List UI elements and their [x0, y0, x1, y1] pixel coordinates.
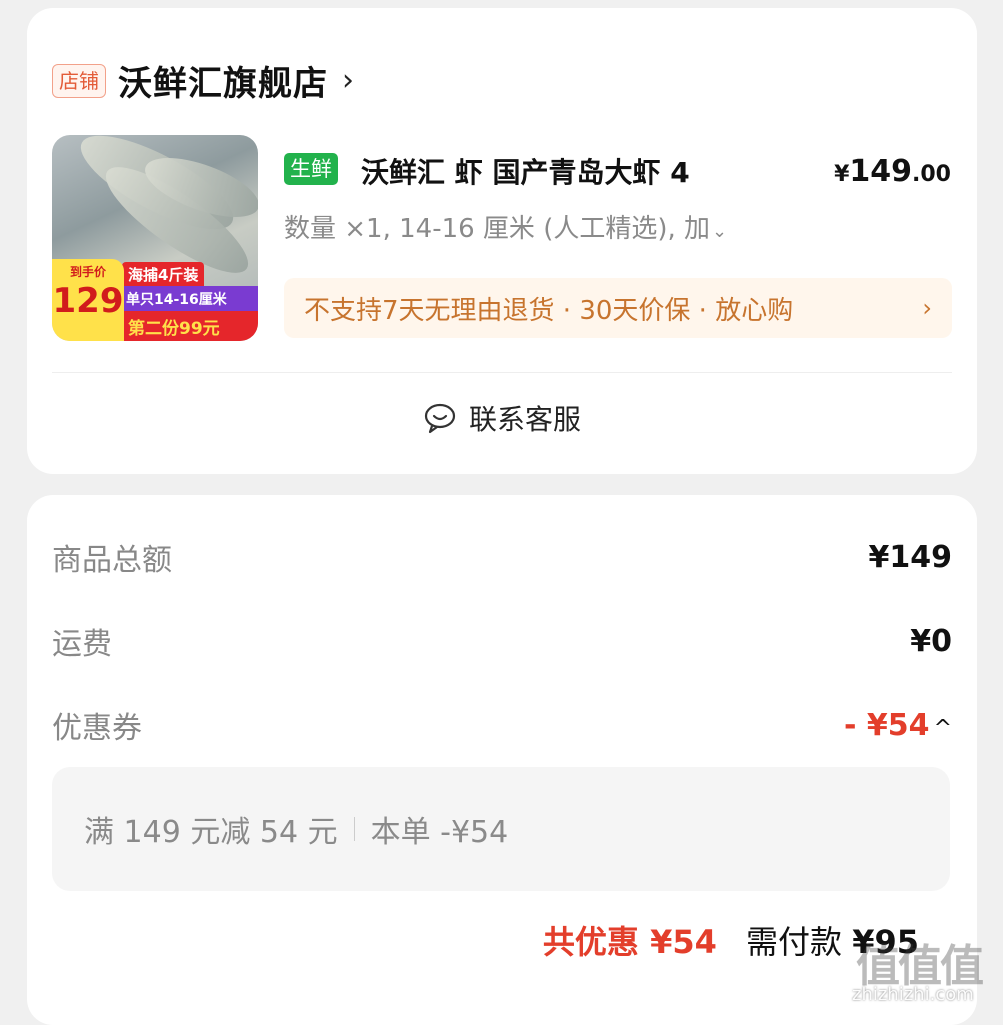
chat-smile-icon	[424, 403, 456, 434]
need-pay-label: 需付款	[746, 923, 843, 961]
store-tag: 店铺	[52, 63, 106, 98]
coupon-order-discount: 本单 -¥54	[370, 815, 509, 850]
shipping-value: ¥0	[910, 623, 952, 659]
store-header[interactable]: 店铺 沃鲜汇旗舰店 ›	[52, 56, 354, 105]
shipping-row: 运费 ¥0	[52, 619, 952, 663]
coupon-value-group[interactable]: - ¥54 ^	[844, 708, 952, 743]
product-title[interactable]: 沃鲜汇 虾 国产青岛大虾 4	[361, 151, 801, 191]
service-text: 不支持7天无理由退货 · 30天价保 · 放心购	[304, 295, 794, 326]
total-discount: 共优惠 ¥54	[542, 923, 717, 961]
subtotal-label: 商品总额	[52, 543, 172, 578]
price-summary-card: 商品总额 ¥149 运费 ¥0 优惠券 - ¥54 ^ 满 149 元减 54 元…	[27, 495, 977, 1025]
chevron-right-icon[interactable]: ›	[922, 294, 932, 322]
store-name[interactable]: 沃鲜汇旗舰店	[118, 56, 328, 105]
subtotal-row: 商品总额 ¥149	[52, 535, 952, 579]
promo-line-3: 第二份99元	[122, 311, 258, 341]
fresh-badge: 生鲜	[284, 153, 338, 185]
price-decimal: .00	[912, 162, 951, 187]
coupon-label: 优惠券	[52, 711, 142, 746]
divider	[52, 372, 952, 373]
watermark-url: zhizhizhi.com	[852, 984, 974, 1005]
coupon-detail: 满 149 元减 54 元 本单 -¥54	[52, 767, 950, 891]
product-spec[interactable]: 数量 ×1, 14-16 厘米 (人工精选), 加 ⌄	[284, 208, 727, 245]
promo-price-label: 到手价	[69, 265, 106, 279]
spec-text: 数量 ×1, 14-16 厘米 (人工精选), 加	[284, 214, 711, 244]
divider	[353, 817, 355, 841]
shipping-label: 运费	[52, 627, 112, 662]
coupon-value: - ¥54	[844, 707, 930, 743]
service-guarantee-bar[interactable]: 不支持7天无理由退货 · 30天价保 · 放心购 ›	[284, 278, 952, 338]
product-image[interactable]: 海捕4斤装 单只14-16厘米 第二份99元 到手价 129	[52, 135, 258, 341]
chevron-up-icon[interactable]: ^	[934, 716, 952, 741]
product-price: ¥149.00	[834, 154, 951, 189]
contact-service-label: 联系客服	[468, 403, 581, 436]
promo-price-value: 129	[52, 281, 124, 321]
contact-service-button[interactable]: 联系客服	[27, 398, 977, 438]
chevron-right-icon[interactable]: ›	[342, 63, 354, 98]
store-order-card: 店铺 沃鲜汇旗舰店 › 海捕4斤装 单只14-16厘米 第二份99元 到手价 1…	[27, 8, 977, 474]
promo-line-1: 海捕4斤装	[122, 262, 205, 287]
coupon-rule: 满 149 元减 54 元	[84, 815, 338, 850]
price-currency: ¥	[834, 162, 850, 187]
price-integer: 149	[849, 154, 913, 189]
promo-line-2: 单只14-16厘米	[122, 286, 258, 312]
promo-price-block: 到手价 129	[52, 259, 124, 341]
chevron-down-icon[interactable]: ⌄	[712, 221, 727, 242]
subtotal-value: ¥149	[868, 539, 953, 575]
coupon-row[interactable]: 优惠券 - ¥54 ^	[52, 703, 952, 747]
